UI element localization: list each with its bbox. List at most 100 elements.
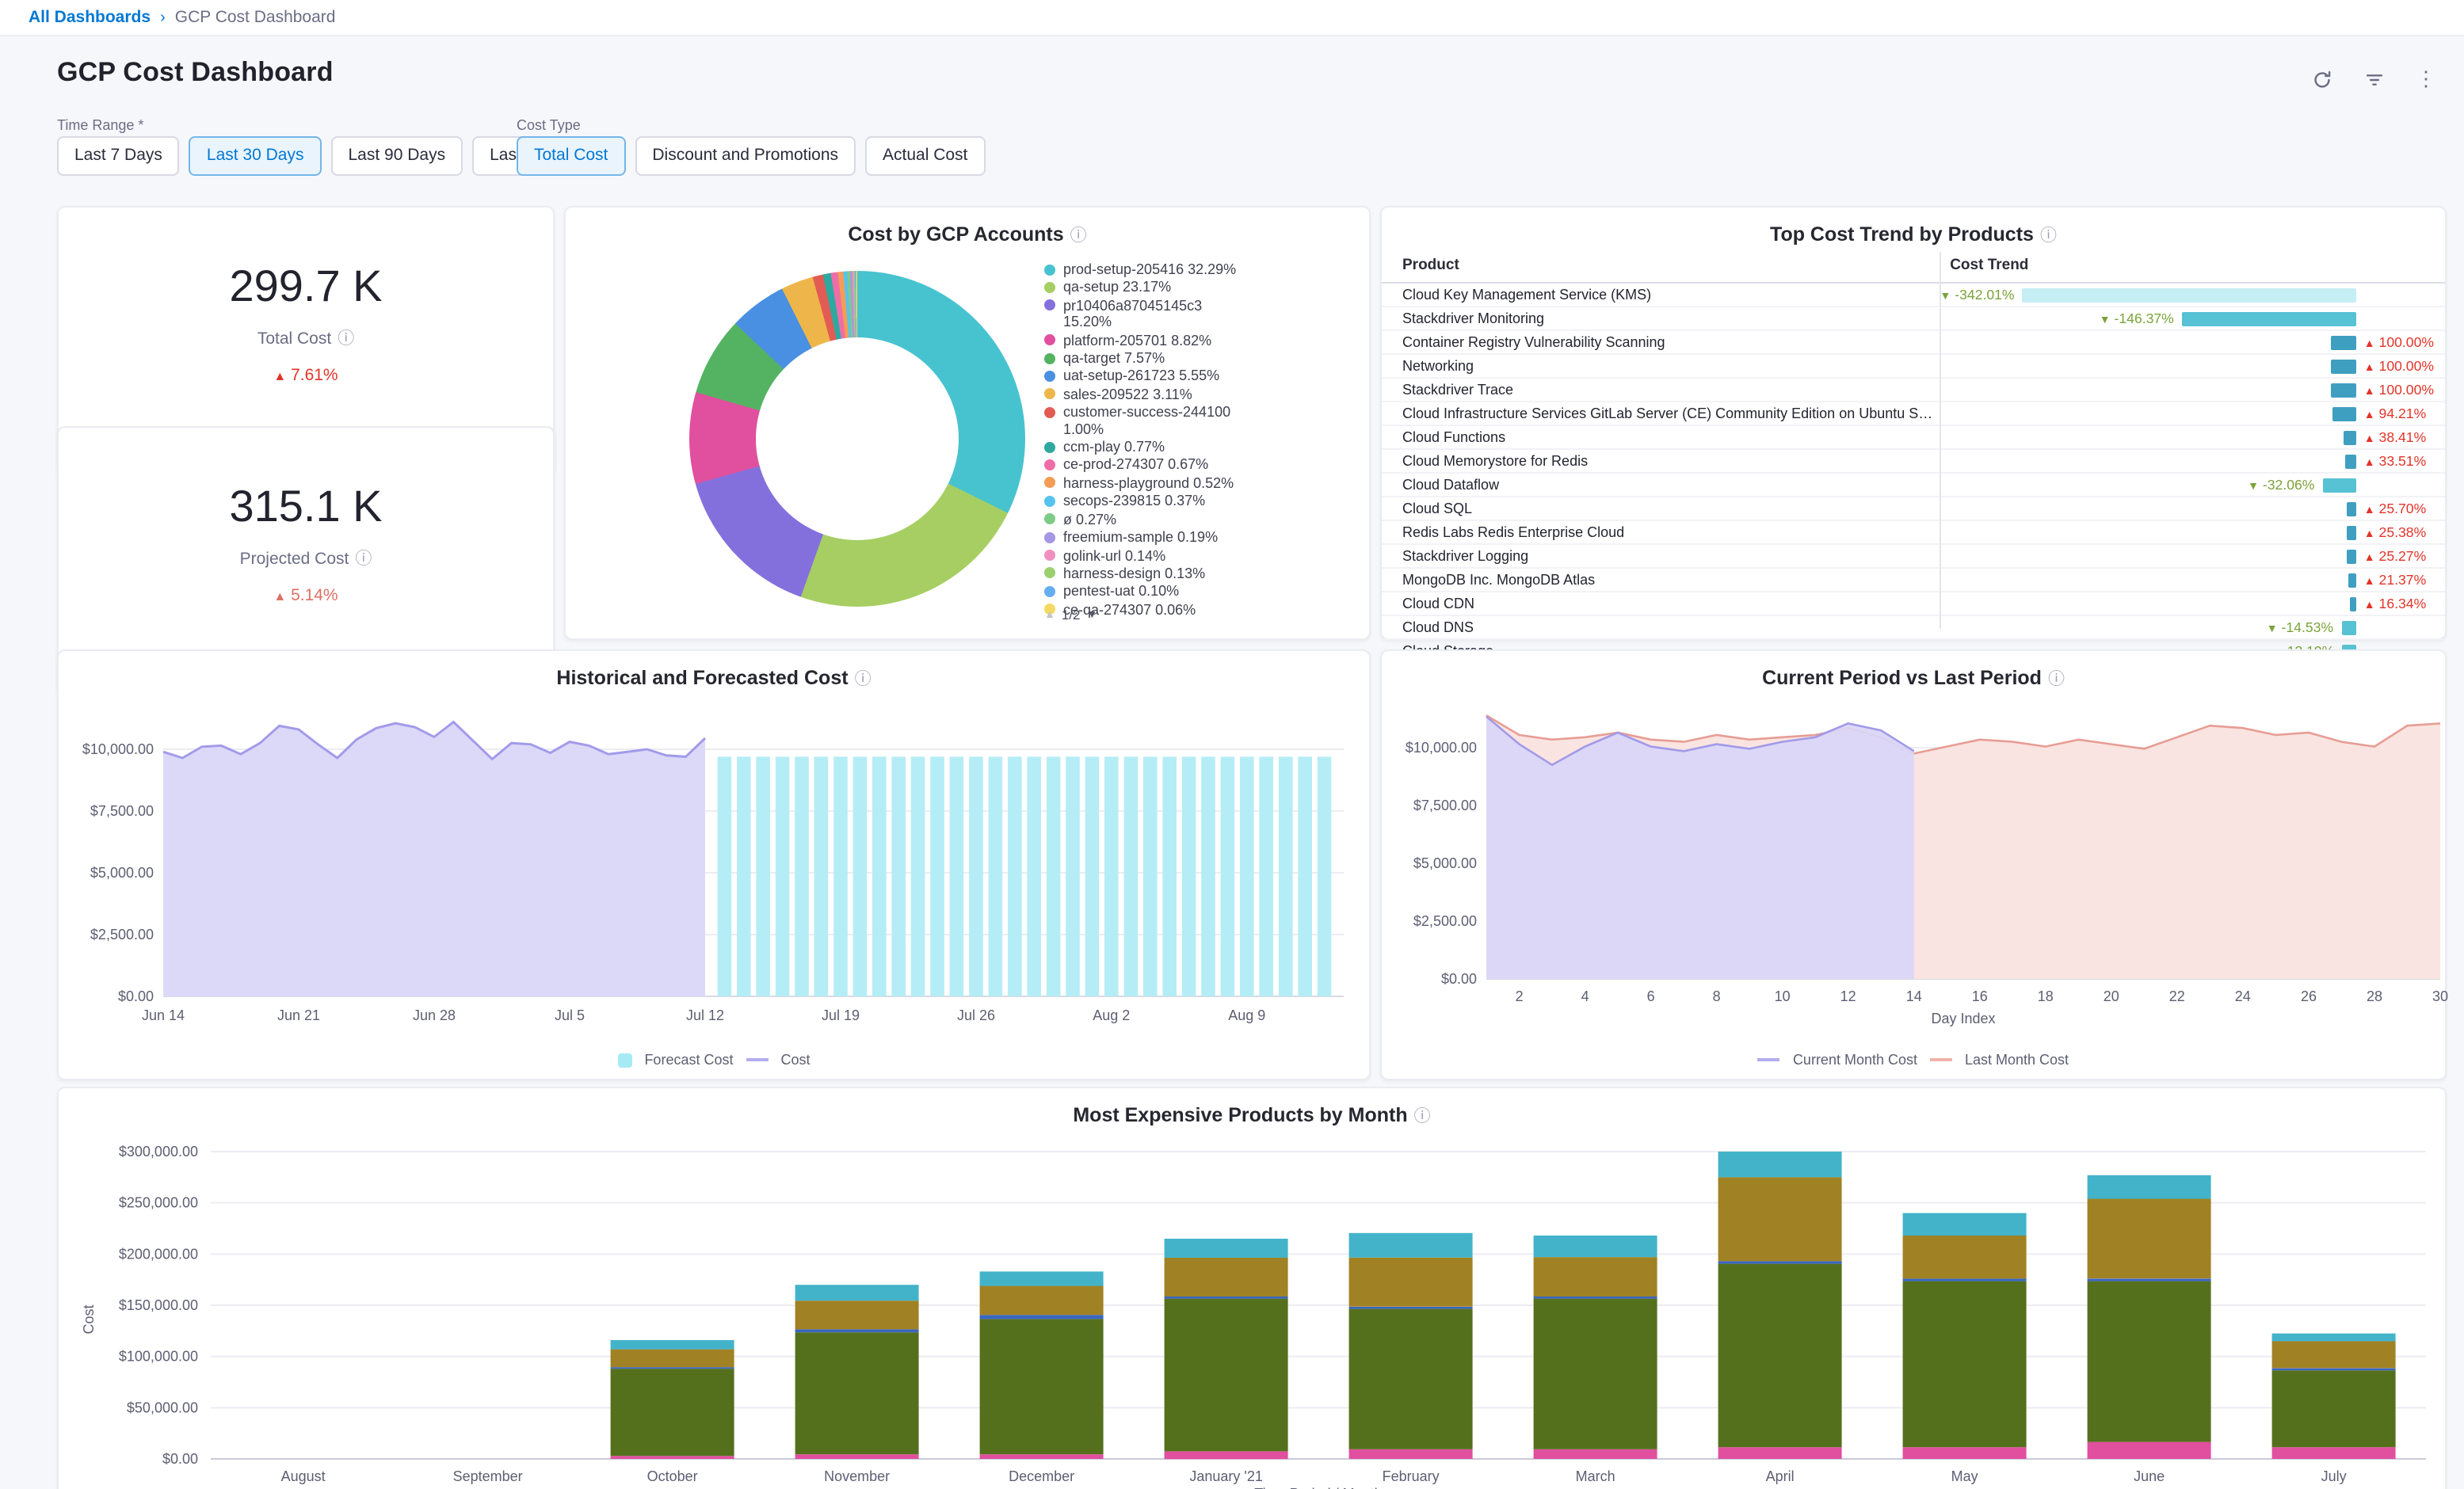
svg-text:Aug 9: Aug 9	[1228, 1007, 1265, 1023]
historical-forecast-chart[interactable]: $0.00$2,500.00$5,000.00$7,500.00$10,000.…	[68, 695, 1360, 1031]
trend-row[interactable]: Stackdriver Logging ▲ 25.27%	[1382, 545, 2445, 569]
legend-swatch	[1758, 1058, 1780, 1061]
svg-text:$150,000.00: $150,000.00	[119, 1297, 198, 1313]
trend-bar	[2347, 525, 2356, 539]
legend-label: ccm-play 0.77%	[1063, 439, 1165, 455]
info-icon[interactable]: ⓘ	[2040, 227, 2057, 246]
donut-legend-item[interactable]: uat-setup-261723 5.55%	[1044, 368, 1345, 385]
donut-legend-item[interactable]: qa-target 7.57%	[1044, 350, 1345, 367]
svg-text:Jun 28: Jun 28	[413, 1007, 456, 1023]
donut-legend-item[interactable]: secops-239815 0.37%	[1044, 493, 1345, 510]
trend-row[interactable]: Cloud Key Management Service (KMS) ▼ -34…	[1382, 284, 2445, 307]
filter-icon[interactable]	[2361, 67, 2386, 92]
legend-dot	[1044, 496, 1055, 507]
legend-dot	[1044, 478, 1055, 489]
trend-row[interactable]: Container Registry Vulnerability Scannin…	[1382, 331, 2445, 355]
svg-text:$5,000.00: $5,000.00	[90, 865, 154, 881]
expensive-products-chart[interactable]: $0.00$50,000.00$100,000.00$150,000.00$20…	[68, 1129, 2437, 1489]
svg-text:$2,500.00: $2,500.00	[1413, 913, 1477, 929]
top-cost-trend-card: Top Cost Trend by Productsⓘ Product Cost…	[1380, 206, 2447, 640]
card-title: Historical and Forecasted Costⓘ	[59, 667, 1369, 691]
column-header-cost-trend: Cost Trend	[1939, 257, 2445, 274]
svg-text:6: 6	[1647, 988, 1655, 1004]
legend-label[interactable]: Last Month Cost	[1965, 1052, 2069, 1068]
legend-pager: ▲ 1/2 ▼	[1044, 607, 1097, 623]
svg-text:June: June	[2134, 1468, 2165, 1484]
pager-down-icon[interactable]: ▼	[1087, 609, 1098, 620]
svg-text:February: February	[1383, 1468, 1440, 1484]
trend-row[interactable]: Cloud DNS ▼ -14.53%	[1382, 616, 2445, 640]
trend-bar	[2331, 335, 2356, 349]
trend-product: MongoDB Inc. MongoDB Atlas	[1382, 572, 1939, 588]
trend-row[interactable]: Redis Labs Redis Enterprise Cloud ▲ 25.3…	[1382, 521, 2445, 545]
trend-product: Redis Labs Redis Enterprise Cloud	[1382, 524, 1939, 540]
legend-label[interactable]: Cost	[781, 1052, 811, 1068]
donut-legend-item[interactable]: pentest-uat 0.10%	[1044, 584, 1345, 600]
trend-bar	[2345, 454, 2357, 468]
donut-legend-item[interactable]: prod-setup-205416 32.29%	[1044, 261, 1345, 278]
trend-bar-cell: ▲ 100.00%	[1939, 379, 2445, 401]
trend-row[interactable]: Cloud Memorystore for Redis ▲ 33.51%	[1382, 450, 2445, 474]
donut-legend-item[interactable]: sales-209522 3.11%	[1044, 387, 1345, 403]
pager-up-icon[interactable]: ▲	[1044, 609, 1055, 620]
trend-row[interactable]: Cloud Dataflow ▼ -32.06%	[1382, 474, 2445, 497]
info-icon[interactable]: ⓘ	[338, 329, 354, 348]
time-range-button-last-30-days[interactable]: Last 30 Days	[189, 136, 322, 176]
donut-legend-item[interactable]: harness-design 0.13%	[1044, 566, 1345, 582]
trend-value: ▲ 94.21%	[2364, 406, 2426, 421]
time-range-button-last-7-days[interactable]: Last 7 Days	[57, 136, 180, 176]
svg-text:March: March	[1576, 1468, 1615, 1484]
donut-legend-item[interactable]: harness-playground 0.52%	[1044, 475, 1345, 492]
trend-row[interactable]: MongoDB Inc. MongoDB Atlas ▲ 21.37%	[1382, 569, 2445, 592]
trend-row[interactable]: Cloud CDN ▲ 16.34%	[1382, 592, 2445, 616]
info-icon[interactable]: ⓘ	[1070, 227, 1087, 246]
trend-row[interactable]: Stackdriver Monitoring ▼ -146.37%	[1382, 307, 2445, 331]
legend-label: harness-design 0.13%	[1063, 566, 1205, 582]
legend-swatch	[746, 1058, 769, 1061]
svg-text:September: September	[453, 1468, 523, 1484]
svg-text:$50,000.00: $50,000.00	[127, 1400, 198, 1415]
time-range-button-last-90-days[interactable]: Last 90 Days	[331, 136, 463, 176]
legend-swatch	[1930, 1058, 1952, 1061]
donut-hole	[756, 337, 959, 540]
svg-text:28: 28	[2367, 988, 2382, 1004]
more-options-icon[interactable]: ⋮	[2413, 67, 2439, 92]
breadcrumb-all-dashboards-link[interactable]: All Dashboards	[29, 8, 151, 27]
trend-row[interactable]: Cloud SQL ▲ 25.70%	[1382, 497, 2445, 521]
donut-legend-item[interactable]: pr10406a87045145c3 15.20%	[1044, 298, 1345, 331]
trend-row[interactable]: Stackdriver Trace ▲ 100.00%	[1382, 379, 2445, 402]
donut-legend-item[interactable]: qa-setup 23.17%	[1044, 280, 1345, 296]
trend-row[interactable]: Cloud Infrastructure Services GitLab Ser…	[1382, 402, 2445, 426]
donut-legend-item[interactable]: customer-success-244100 1.00%	[1044, 405, 1345, 438]
info-icon[interactable]: ⓘ	[2048, 670, 2065, 689]
cost-type-button-total-cost[interactable]: Total Cost	[517, 136, 625, 176]
trend-product: Cloud DNS	[1382, 619, 1939, 635]
donut-legend-item[interactable]: freemium-sample 0.19%	[1044, 529, 1345, 546]
projected-cost-delta: ▲ 5.14%	[273, 586, 338, 605]
donut-legend-item[interactable]: platform-205701 8.82%	[1044, 332, 1345, 348]
trend-row[interactable]: Networking ▲ 100.00%	[1382, 355, 2445, 379]
trend-row[interactable]: Cloud Functions ▲ 38.41%	[1382, 426, 2445, 450]
legend-swatch	[617, 1053, 631, 1067]
donut-legend-item[interactable]: ø 0.27%	[1044, 511, 1345, 527]
info-icon[interactable]: ⓘ	[855, 670, 872, 689]
cost-type-button-discount-and-promotions[interactable]: Discount and Promotions	[635, 136, 856, 176]
info-icon[interactable]: ⓘ	[1414, 1107, 1431, 1126]
projected-cost-value: 315.1 K	[229, 482, 382, 532]
trend-bar	[2182, 311, 2356, 326]
donut-legend-item[interactable]: ccm-play 0.77%	[1044, 439, 1345, 455]
donut-legend-item[interactable]: golink-url 0.14%	[1044, 547, 1345, 564]
total-cost-delta: ▲ 7.61%	[273, 366, 338, 385]
trend-bar-cell: ▲ 33.51%	[1939, 450, 2445, 472]
info-icon[interactable]: ⓘ	[355, 550, 372, 569]
cost-type-button-actual-cost[interactable]: Actual Cost	[865, 136, 985, 176]
donut-legend-item[interactable]: ce-prod-274307 0.67%	[1044, 457, 1345, 474]
legend-label[interactable]: Forecast Cost	[644, 1052, 733, 1068]
donut-chart[interactable]	[689, 271, 1025, 607]
legend-label[interactable]: Current Month Cost	[1793, 1052, 1917, 1068]
period-compare-chart[interactable]: $0.00$2,500.00$5,000.00$7,500.00$10,000.…	[1385, 695, 2450, 1031]
legend-dot	[1044, 441, 1055, 452]
table-header: Product Cost Trend	[1382, 252, 2445, 284]
refresh-icon[interactable]	[2309, 67, 2334, 92]
legend-dot	[1044, 352, 1055, 364]
